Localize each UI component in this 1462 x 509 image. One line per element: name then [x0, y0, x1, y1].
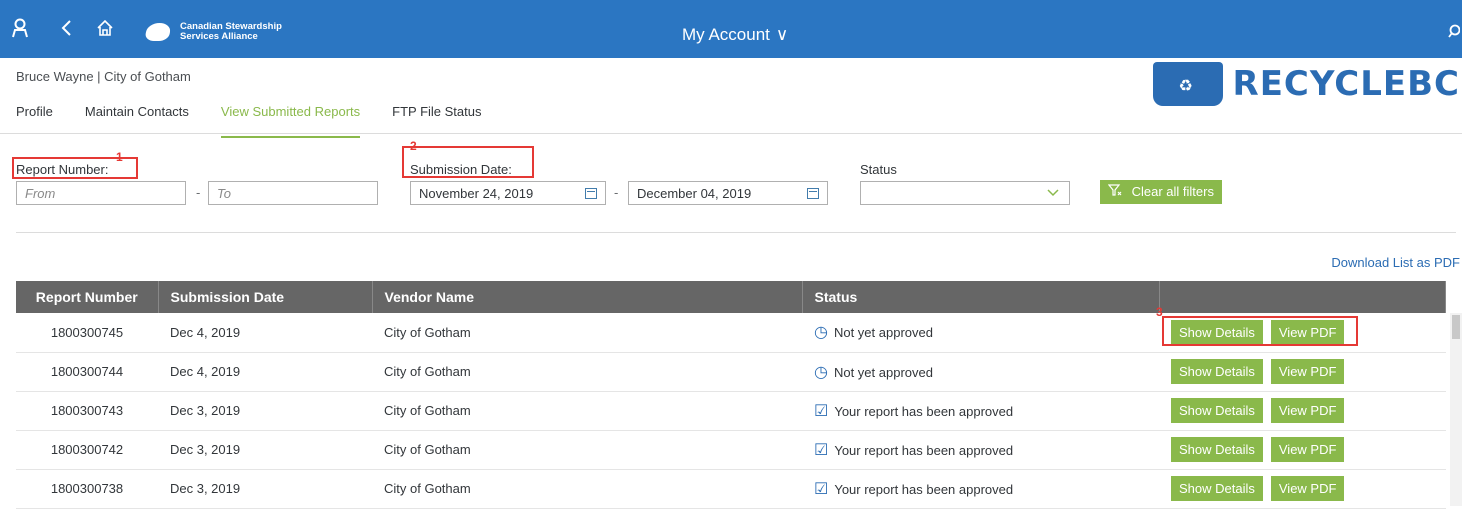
submission-date-cell: Dec 3, 2019: [158, 469, 372, 509]
submission-date-cell: Dec 3, 2019: [158, 430, 372, 470]
annotation-box-2: [402, 146, 534, 178]
calendar-icon[interactable]: [807, 188, 819, 199]
home-icon[interactable]: [96, 19, 114, 39]
filter-clear-icon: [1107, 184, 1126, 199]
table-row: 1800300743 Dec 3, 2019 City of Gotham ☑ Y…: [16, 391, 1446, 431]
table-header-row: Report Number Submission Date Vendor Nam…: [16, 281, 1446, 313]
my-account-title: My Account: [682, 25, 770, 44]
vendor-name-cell: City of Gotham: [372, 313, 802, 353]
annotation-number-3: 3: [1156, 305, 1163, 319]
recyclebc-logo: ♻ RECYCLEBC: [1152, 62, 1460, 106]
show-details-button[interactable]: Show Details: [1171, 359, 1263, 384]
report-number-to-input[interactable]: To: [208, 181, 378, 205]
table-row: 1800300738 Dec 3, 2019 City of Gotham ☑ Y…: [16, 469, 1446, 509]
status-text: Your report has been approved: [834, 403, 1014, 419]
user-info: Bruce Wayne | City of Gotham: [16, 69, 191, 84]
report-number-cell: 1800300745: [16, 313, 158, 353]
date-to-input[interactable]: December 04, 2019: [628, 181, 828, 205]
back-icon[interactable]: [60, 20, 72, 39]
csa-logo-mark: [144, 23, 172, 41]
submission-date-cell: Dec 4, 2019: [158, 352, 372, 392]
status-select[interactable]: [860, 181, 1070, 205]
submission-date-cell: Dec 3, 2019: [158, 391, 372, 431]
col-vendor-name[interactable]: Vendor Name: [372, 281, 803, 313]
pending-icon: ◷: [814, 363, 828, 381]
status-text: Not yet approved: [833, 364, 933, 380]
filters-divider: [16, 232, 1456, 233]
vendor-name-cell: City of Gotham: [372, 352, 802, 392]
recycle-bin-icon: ♻: [1152, 62, 1223, 106]
report-number-cell: 1800300743: [16, 391, 158, 431]
annotation-number-2: 2: [410, 139, 417, 153]
status-text: Not yet approved: [833, 325, 933, 341]
view-pdf-button[interactable]: View PDF: [1270, 398, 1345, 423]
report-number-cell: 1800300742: [16, 430, 158, 470]
date-range-dash: -: [614, 185, 619, 200]
col-report-number[interactable]: Report Number: [16, 281, 159, 313]
csa-logo[interactable]: Canadian Stewardship Services Alliance: [144, 22, 282, 42]
view-pdf-button[interactable]: View PDF: [1270, 359, 1345, 384]
status-text: Your report has been approved: [834, 442, 1014, 458]
calendar-icon[interactable]: [585, 188, 597, 199]
actions-cell: Show Details View PDF: [1159, 430, 1446, 470]
logo-line-2: Services Alliance: [180, 31, 258, 42]
chevron-down-icon: ∨: [775, 25, 789, 44]
status-cell: ☑ Your report has been approved: [802, 430, 1159, 470]
table-row: 1800300744 Dec 4, 2019 City of Gotham ◷ N…: [16, 352, 1446, 392]
top-navigation-bar: Canadian Stewardship Services Alliance M…: [0, 0, 1462, 58]
vendor-name-cell: City of Gotham: [372, 391, 802, 431]
vendor-name-cell: City of Gotham: [372, 469, 802, 509]
pending-icon: ◷: [814, 324, 828, 342]
chevron-down-icon: [1047, 185, 1059, 200]
col-submission-date[interactable]: Submission Date: [158, 281, 373, 313]
col-actions: [1159, 281, 1446, 313]
user-icon[interactable]: [12, 18, 28, 41]
status-cell: ◷ Not yet approved: [802, 313, 1159, 353]
search-icon[interactable]: [1448, 24, 1461, 41]
date-from-input[interactable]: November 24, 2019: [410, 181, 606, 205]
to-placeholder: To: [217, 186, 231, 201]
scroll-thumb[interactable]: [1452, 315, 1460, 339]
approved-check-icon: ☑: [814, 480, 829, 498]
report-number-from-input[interactable]: From: [16, 181, 186, 205]
show-details-button[interactable]: Show Details: [1171, 437, 1263, 462]
show-details-button[interactable]: Show Details: [1171, 476, 1263, 501]
date-from-value: November 24, 2019: [419, 186, 534, 201]
tabs-divider: [0, 133, 1462, 134]
actions-cell: Show Details View PDF: [1159, 352, 1446, 392]
table-scrollbar[interactable]: [1450, 313, 1462, 506]
annotation-box-3: [1162, 316, 1358, 346]
show-details-button[interactable]: Show Details: [1171, 398, 1263, 423]
download-list-pdf-link[interactable]: Download List as PDF: [1331, 255, 1460, 270]
actions-cell: Show Details View PDF: [1159, 391, 1446, 431]
from-placeholder: From: [25, 186, 56, 201]
range-dash: -: [196, 185, 201, 200]
actions-cell: Show Details View PDF: [1159, 469, 1446, 509]
vendor-name-cell: City of Gotham: [372, 430, 802, 470]
status-cell: ☑ Your report has been approved: [802, 391, 1159, 431]
status-label: Status: [860, 162, 897, 177]
status-cell: ◷ Not yet approved: [802, 352, 1159, 392]
status-cell: ☑ Your report has been approved: [802, 469, 1159, 509]
approved-check-icon: ☑: [814, 402, 829, 420]
view-pdf-button[interactable]: View PDF: [1270, 476, 1345, 501]
submission-date-cell: Dec 4, 2019: [158, 313, 372, 353]
col-status[interactable]: Status: [802, 281, 1160, 313]
table-row: 1800300742 Dec 3, 2019 City of Gotham ☑ Y…: [16, 430, 1446, 470]
clear-all-filters-label: Clear all filters: [1131, 184, 1214, 199]
date-to-value: December 04, 2019: [637, 186, 752, 201]
report-number-cell: 1800300744: [16, 352, 158, 392]
view-pdf-button[interactable]: View PDF: [1270, 437, 1345, 462]
clear-all-filters-button[interactable]: Clear all filters: [1100, 180, 1222, 204]
report-number-cell: 1800300738: [16, 469, 158, 509]
status-text: Your report has been approved: [834, 481, 1014, 497]
approved-check-icon: ☑: [814, 441, 829, 459]
annotation-number-1: 1: [116, 150, 123, 164]
my-account-menu[interactable]: My Account ∨: [682, 25, 788, 45]
brand-name: RECYCLEBC: [1232, 64, 1460, 104]
